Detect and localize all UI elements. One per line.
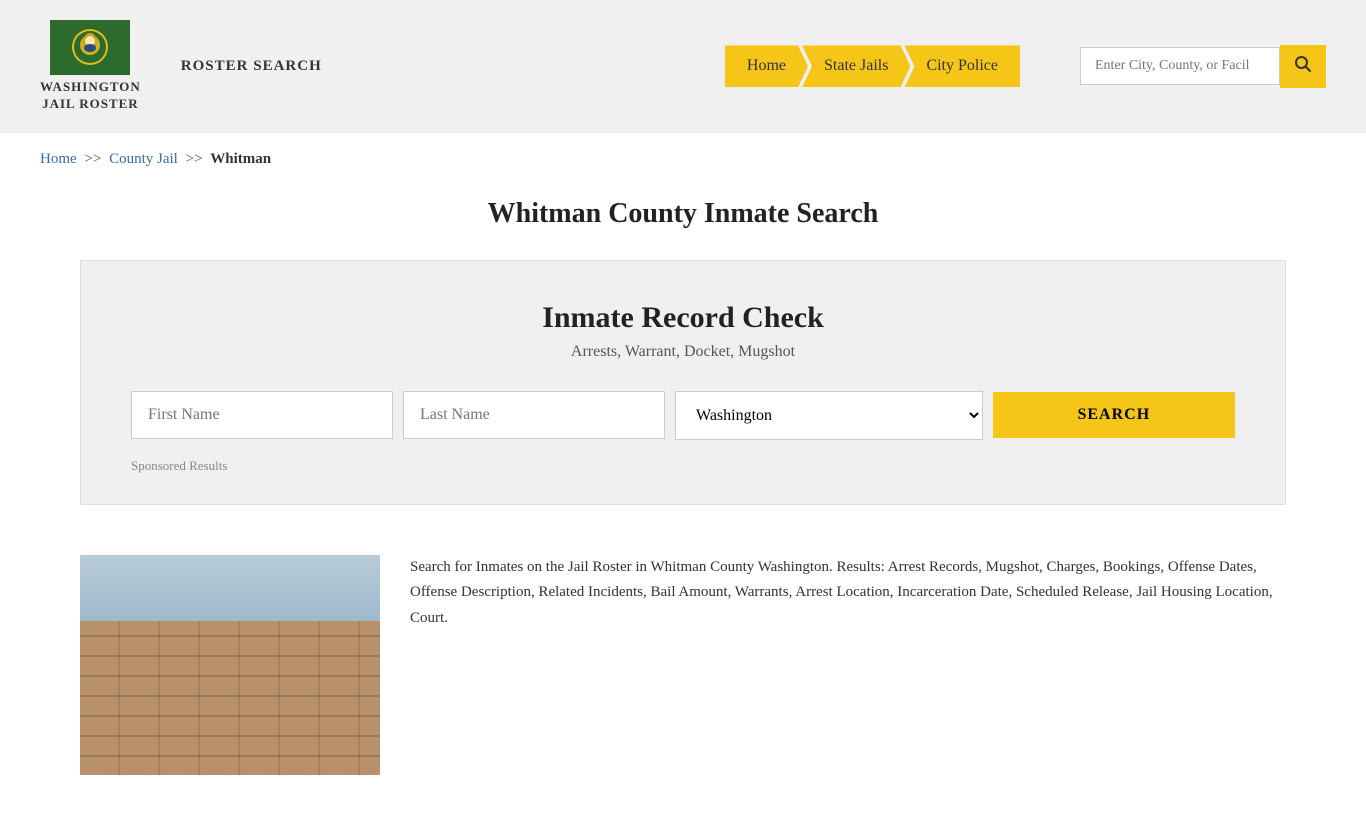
washington-flag-icon [50, 20, 130, 75]
header-search-input[interactable] [1080, 47, 1280, 85]
breadcrumb-current: Whitman [210, 151, 271, 167]
breadcrumb-sep-1: >> [84, 151, 101, 167]
first-name-input[interactable] [131, 391, 393, 439]
search-button[interactable]: SEARCH [993, 392, 1235, 438]
nav-city-police-button[interactable]: City Police [904, 45, 1020, 87]
state-select[interactable]: AlabamaAlaskaArizonaArkansasCaliforniaCo… [675, 391, 983, 440]
header-search-button[interactable] [1280, 45, 1326, 88]
content-description: Search for Inmates on the Jail Roster in… [410, 555, 1286, 632]
breadcrumb-home-link[interactable]: Home [40, 151, 77, 167]
logo-text: WASHINGTON JAIL ROSTER [40, 79, 141, 113]
roster-search-label: ROSTER SEARCH [181, 58, 322, 75]
breadcrumb-sep-2: >> [186, 151, 203, 167]
breadcrumb-county-jail-link[interactable]: County Jail [109, 151, 178, 167]
nav-state-jails-button[interactable]: State Jails [802, 45, 910, 87]
last-name-input[interactable] [403, 391, 665, 439]
sponsored-label: Sponsored Results [131, 458, 1235, 474]
search-card: Inmate Record Check Arrests, Warrant, Do… [80, 260, 1286, 505]
header-search-area [1080, 45, 1326, 88]
building-illustration [80, 555, 380, 775]
nav-home-button[interactable]: Home [725, 45, 808, 87]
page-title: Whitman County Inmate Search [0, 198, 1366, 230]
search-icon [1294, 55, 1312, 73]
card-title: Inmate Record Check [131, 301, 1235, 335]
main-nav: Home State Jails City Police [725, 45, 1020, 87]
site-logo[interactable]: WASHINGTON JAIL ROSTER [40, 20, 141, 113]
breadcrumb: Home >> County Jail >> Whitman [0, 133, 1366, 178]
search-form-row: AlabamaAlaskaArizonaArkansasCaliforniaCo… [131, 391, 1235, 440]
site-header: WASHINGTON JAIL ROSTER ROSTER SEARCH Hom… [0, 0, 1366, 133]
building-image [80, 555, 380, 775]
content-section: Search for Inmates on the Jail Roster in… [0, 535, 1366, 815]
card-subtitle: Arrests, Warrant, Docket, Mugshot [131, 343, 1235, 361]
